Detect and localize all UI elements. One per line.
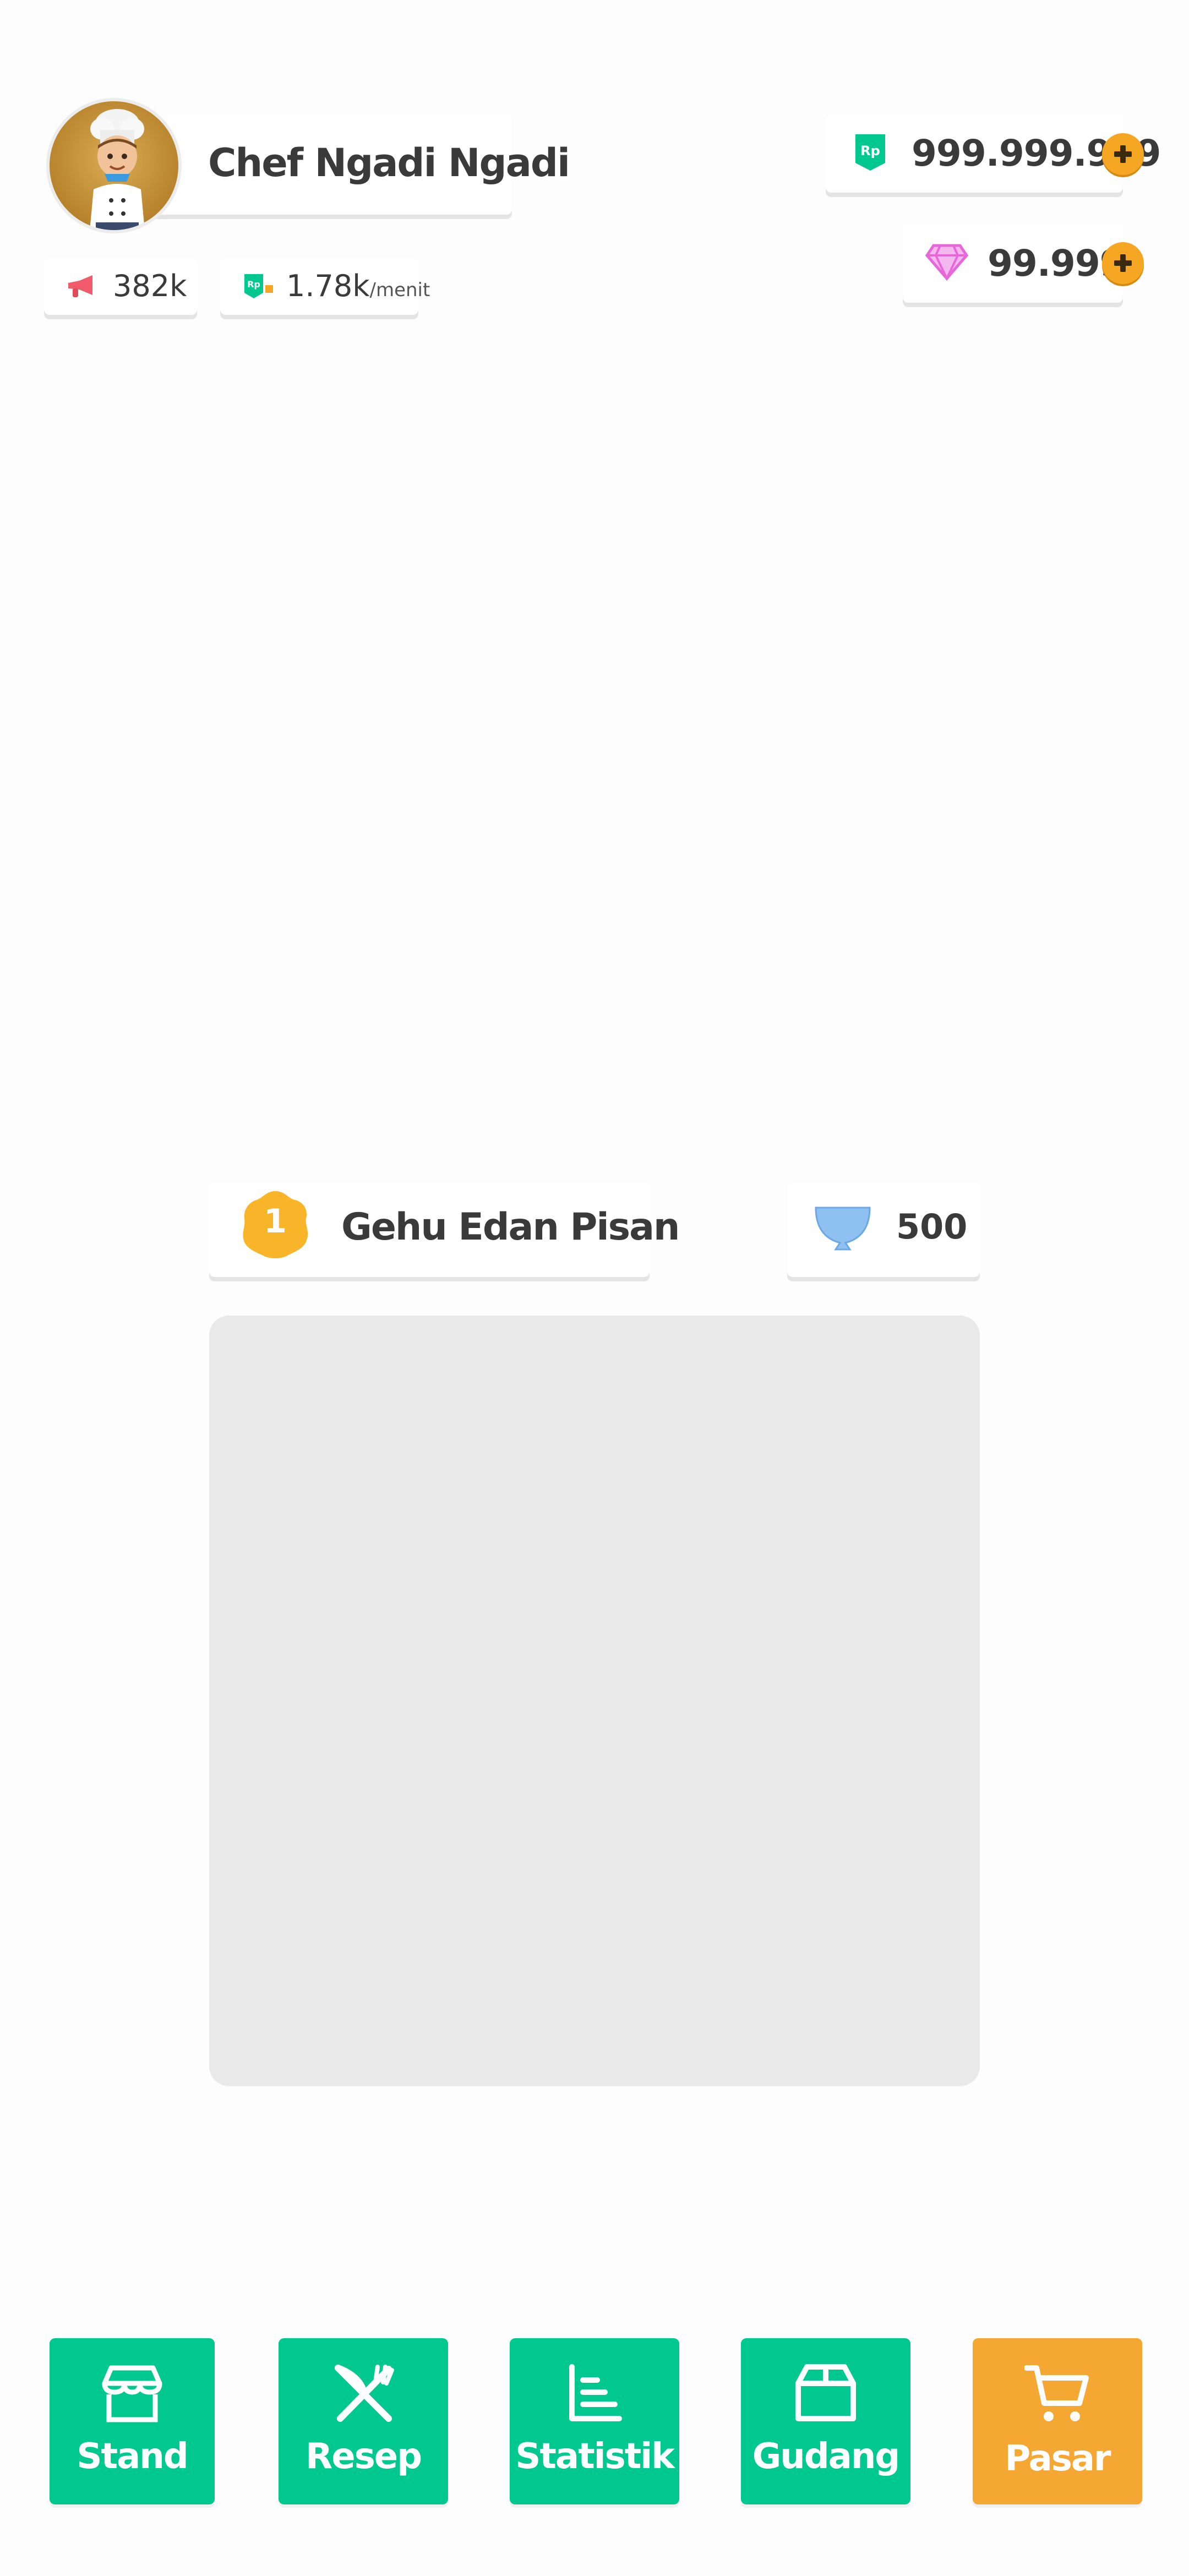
storefront-icon [102, 2365, 162, 2422]
income-rate-value: 1.78k [286, 269, 370, 303]
income-rate-unit: /menit [369, 279, 430, 301]
dish-level: 1 [264, 1202, 287, 1241]
nav-stand-label: Stand [77, 2436, 188, 2477]
fork-knife-icon [335, 2365, 394, 2422]
svg-text:Rp: Rp [247, 279, 260, 290]
bowl-icon [815, 1207, 871, 1251]
bowl-count: 500 [896, 1207, 968, 1247]
nav-statistik-button[interactable]: Statistik [510, 2338, 679, 2504]
nav-stand-button[interactable]: Stand [50, 2338, 215, 2504]
rupiah-money-icon: Rp [855, 134, 885, 171]
diamond-gem-icon [925, 244, 969, 281]
player-name: Chef Ngadi Ngadi [208, 140, 570, 185]
dish-name: Gehu Edan Pisan [341, 1205, 680, 1249]
money-rate-icon: Rp [244, 274, 273, 298]
bar-chart-icon [569, 2364, 622, 2421]
chef-avatar[interactable] [46, 98, 182, 233]
nav-gudang-label: Gudang [752, 2436, 900, 2477]
add-money-button[interactable] [1102, 133, 1144, 175]
income-rate: 1.78k/menit [286, 269, 430, 303]
megaphone-icon [68, 275, 92, 297]
nav-pasar-button[interactable]: Pasar [973, 2338, 1142, 2504]
plus-icon [1114, 254, 1132, 272]
nav-resep-label: Resep [306, 2436, 422, 2477]
add-gems-button[interactable] [1102, 242, 1144, 284]
plus-icon [1114, 145, 1132, 163]
nav-resep-button[interactable]: Resep [279, 2338, 448, 2504]
followers-count: 382k [113, 269, 187, 303]
svg-text:Rp: Rp [860, 143, 880, 159]
nav-statistik-label: Statistik [515, 2436, 675, 2477]
nav-gudang-button[interactable]: Gudang [741, 2338, 910, 2504]
dish-preview-area[interactable] [209, 1316, 980, 2086]
shopping-cart-icon [1024, 2365, 1089, 2421]
box-icon [795, 2364, 856, 2421]
nav-pasar-label: Pasar [1005, 2438, 1111, 2479]
